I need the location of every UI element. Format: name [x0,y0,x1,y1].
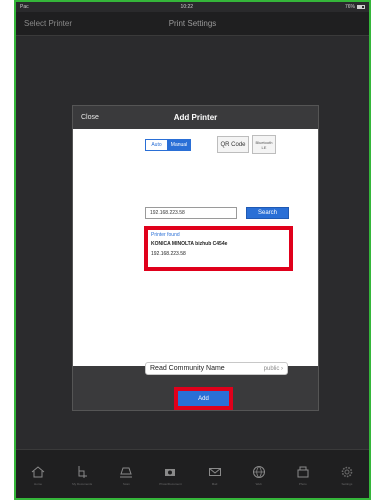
clock-label: 10:22 [180,4,194,10]
printer-found-label: Printer found [151,232,180,238]
ip-address-input[interactable]: 192.168.223.58 [145,207,237,219]
tab-bar: Home My Documents Scan Photo/Document Ma… [16,449,369,498]
documents-icon [78,466,88,478]
tab-my-documents[interactable]: My Documents [67,464,97,486]
tab-label: Photo [298,482,307,486]
tab-label: Photo/Document [159,482,182,486]
tab-web[interactable]: Web [244,464,274,486]
add-printer-dialog: Close Add Printer Auto Manual QR Code Bl… [72,105,319,411]
printer-name: KONICA MINOLTA bizhub C454e [151,241,228,247]
camera-icon [165,469,176,476]
page-title: Print Settings [168,19,217,28]
home-icon [31,466,45,478]
gear-icon [341,466,353,478]
add-button[interactable]: Add [178,391,229,406]
add-button-highlight: Add [174,387,233,410]
tab-label: Mail [211,482,218,486]
chevron-right-icon: › [281,365,283,372]
dialog-title: Add Printer [173,113,218,122]
battery-icon [357,4,365,9]
app-screen: Pac 10:22 76% Select Printer Print Setti… [14,0,371,500]
tab-label: Home [34,482,43,486]
dialog-header: Close Add Printer [73,106,318,129]
scan-icon [120,467,133,478]
search-mode-segment: Auto Manual [145,139,191,151]
tab-settings[interactable]: Settings [332,464,362,486]
globe-icon [252,466,265,479]
search-button[interactable]: Search [246,207,289,219]
tab-label: My Documents [72,482,93,486]
community-value-text: public [263,365,280,372]
tab-label: Scan [122,482,130,486]
read-community-name-row[interactable]: Read Community Name public › [145,362,288,375]
mode-auto-button[interactable]: Auto [145,139,167,151]
printer-found-result[interactable]: Printer found KONICA MINOLTA bizhub C454… [144,226,293,271]
bluetooth-le-button[interactable]: Bluetooth LE [252,135,276,154]
tab-label: Settings [341,482,353,486]
tab-scan[interactable]: Scan [111,464,141,486]
community-value: public › [264,366,283,372]
bluetooth-le-label: LE [261,144,267,150]
photo-icon [297,466,309,478]
mode-manual-button[interactable]: Manual [167,139,191,151]
tab-label: Web [255,482,262,486]
tab-photo-document[interactable]: Photo/Document [155,464,185,486]
carrier-label: Pac [20,4,29,10]
status-bar: Pac 10:22 76% [16,2,369,12]
battery-indicator: 76% [345,4,365,10]
community-label: Read Community Name [150,365,225,372]
nav-bar: Select Printer Print Settings [16,12,369,36]
mail-icon [208,468,221,476]
printer-ip: 192.168.223.58 [151,251,186,257]
tab-home[interactable]: Home [23,464,53,486]
tab-photo[interactable]: Photo [288,464,318,486]
battery-percent: 76% [344,4,355,10]
qr-code-button[interactable]: QR Code [217,136,249,153]
tab-mail[interactable]: Mail [200,464,230,486]
